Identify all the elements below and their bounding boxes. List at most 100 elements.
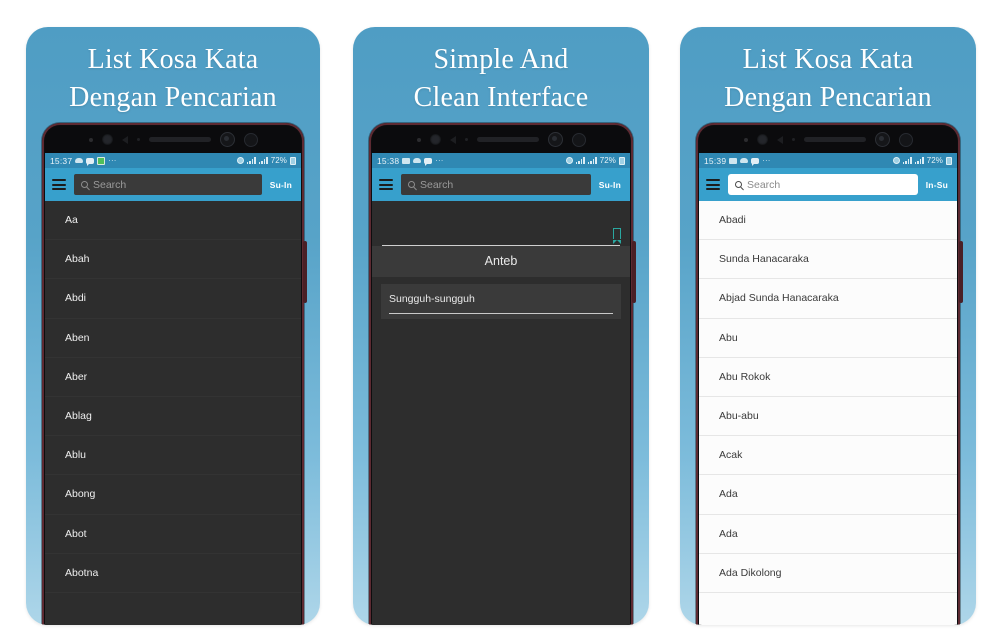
sensor-dot-icon bbox=[416, 137, 421, 142]
more-icon: ··· bbox=[435, 155, 444, 165]
search-input-3[interactable]: Search bbox=[728, 174, 918, 195]
status-bar-3: 15:39 ··· 72% bbox=[699, 153, 957, 168]
photo-icon bbox=[729, 157, 738, 164]
phone-bezel-1 bbox=[45, 126, 301, 153]
detail-definition-text: Sungguh-sungguh bbox=[389, 293, 475, 305]
word-list-1[interactable]: Aa Abah Abdi Aben Aber Ablag Ablu Abong … bbox=[45, 201, 301, 593]
word-detail-view: Anteb Sungguh-sungguh bbox=[372, 201, 630, 319]
signal-icon bbox=[575, 157, 585, 164]
list-item[interactable]: Acak bbox=[699, 436, 957, 476]
list-item[interactable]: Aber bbox=[45, 358, 301, 397]
list-item[interactable]: Sunda Hanacaraka bbox=[699, 240, 957, 280]
app-screen-1: Aa Abah Abdi Aben Aber Ablag Ablu Abong … bbox=[45, 201, 301, 625]
search-input-2[interactable]: Search bbox=[401, 174, 591, 195]
phone-mockup-1: 15:37 ··· 72% Search Su-In Aa Abah Abdi … bbox=[42, 123, 307, 625]
list-item[interactable]: Ablag bbox=[45, 397, 301, 437]
app-screen-2: Anteb Sungguh-sungguh bbox=[372, 201, 630, 625]
signal-icon-2 bbox=[914, 157, 924, 164]
earpiece-speaker-icon bbox=[476, 137, 539, 142]
status-time: 15:38 bbox=[377, 155, 400, 166]
proximity-sensor-icon bbox=[449, 135, 456, 144]
bookmark-icon[interactable] bbox=[612, 227, 621, 244]
list-item[interactable]: Ada Dikolong bbox=[699, 554, 957, 593]
list-item[interactable]: Abdi bbox=[45, 279, 301, 319]
battery-percent: 72% bbox=[599, 156, 616, 165]
phone-mockup-3: 15:39 ··· 72% Search In-Su Abadi Sunda H… bbox=[696, 123, 963, 625]
status-bar-1: 15:37 ··· 72% bbox=[45, 153, 301, 168]
status-time: 15:39 bbox=[704, 155, 727, 166]
battery-icon bbox=[619, 156, 625, 165]
power-button-2[interactable] bbox=[632, 241, 636, 303]
green-app-icon bbox=[97, 156, 106, 165]
list-item[interactable]: Ada bbox=[699, 515, 957, 554]
sensor-ring-icon bbox=[571, 132, 586, 147]
list-item[interactable]: Abu bbox=[699, 319, 957, 358]
detail-spacer bbox=[372, 201, 630, 221]
search-input-1[interactable]: Search bbox=[74, 174, 262, 195]
list-item[interactable]: Abu Rokok bbox=[699, 358, 957, 397]
promo-panel-2: Simple And Clean Interface 15:38 ··· 72%… bbox=[353, 27, 649, 625]
language-toggle-button-2[interactable]: Su-In bbox=[599, 180, 623, 190]
cloud-icon bbox=[413, 158, 422, 163]
language-toggle-button-1[interactable]: Su-In bbox=[270, 180, 294, 190]
iris-scanner-icon bbox=[874, 132, 890, 147]
list-item[interactable]: Abadi bbox=[699, 201, 957, 241]
list-item[interactable]: Abot bbox=[45, 515, 301, 554]
language-toggle-button-3[interactable]: In-Su bbox=[926, 180, 950, 190]
power-button-1[interactable] bbox=[303, 241, 307, 303]
list-item[interactable]: Ablu bbox=[45, 436, 301, 476]
earpiece-speaker-icon bbox=[803, 137, 866, 142]
chat-icon bbox=[424, 157, 433, 166]
photo-icon bbox=[402, 157, 411, 164]
front-camera-icon bbox=[101, 134, 113, 145]
list-item[interactable]: Ada bbox=[699, 475, 957, 515]
iris-scanner-icon bbox=[547, 132, 563, 147]
word-list-3[interactable]: Abadi Sunda Hanacaraka Abjad Sunda Hanac… bbox=[699, 201, 957, 593]
light-sensor-icon bbox=[136, 138, 140, 141]
battery-percent: 72% bbox=[926, 156, 943, 165]
sensor-ring-icon bbox=[898, 132, 913, 147]
detail-underline bbox=[389, 313, 613, 314]
more-icon: ··· bbox=[762, 155, 771, 165]
front-camera-icon bbox=[429, 134, 441, 145]
sensor-dot-icon bbox=[743, 137, 748, 142]
chat-icon bbox=[86, 157, 95, 166]
panel-3-headline: List Kosa Kata Dengan Pencarian bbox=[724, 44, 932, 113]
app-bar-3: Search In-Su bbox=[699, 168, 957, 201]
signal-icon bbox=[902, 157, 912, 164]
hamburger-icon[interactable] bbox=[706, 179, 720, 190]
detail-word-title: Anteb bbox=[372, 246, 630, 277]
phone-mockup-2: 15:38 ··· 72% Search Su-In Anteb Sungguh… bbox=[369, 123, 636, 625]
proximity-sensor-icon bbox=[121, 135, 128, 144]
list-item[interactable]: Abotna bbox=[45, 554, 301, 593]
search-icon bbox=[81, 181, 88, 188]
list-item[interactable]: Abong bbox=[45, 475, 301, 515]
phone-bezel-3 bbox=[699, 126, 957, 153]
signal-icon-2 bbox=[258, 157, 268, 164]
list-item[interactable]: Abu-abu bbox=[699, 397, 957, 437]
battery-icon bbox=[946, 156, 952, 165]
battery-percent: 72% bbox=[270, 156, 287, 165]
power-button-3[interactable] bbox=[959, 241, 963, 303]
light-sensor-icon bbox=[791, 138, 795, 141]
sensor-ring-icon bbox=[243, 132, 258, 147]
app-bar-2: Search Su-In bbox=[372, 168, 630, 201]
status-time: 15:37 bbox=[50, 155, 73, 166]
search-placeholder: Search bbox=[420, 178, 454, 191]
alarm-icon bbox=[236, 157, 244, 164]
hamburger-icon[interactable] bbox=[379, 179, 393, 190]
list-item[interactable]: Aben bbox=[45, 319, 301, 358]
iris-scanner-icon bbox=[219, 132, 235, 147]
promo-panel-3: List Kosa Kata Dengan Pencarian 15:39 ··… bbox=[680, 27, 976, 625]
search-placeholder: Search bbox=[93, 178, 127, 191]
list-item[interactable]: Abjad Sunda Hanacaraka bbox=[699, 279, 957, 319]
search-icon bbox=[408, 181, 415, 188]
list-item[interactable]: Aa bbox=[45, 201, 301, 241]
hamburger-icon[interactable] bbox=[52, 179, 66, 190]
front-camera-icon bbox=[756, 134, 768, 145]
cloud-icon bbox=[75, 158, 84, 163]
panel-1-headline: List Kosa Kata Dengan Pencarian bbox=[69, 44, 277, 113]
list-item[interactable]: Abah bbox=[45, 240, 301, 280]
alarm-icon bbox=[892, 157, 900, 164]
signal-icon bbox=[246, 157, 256, 164]
